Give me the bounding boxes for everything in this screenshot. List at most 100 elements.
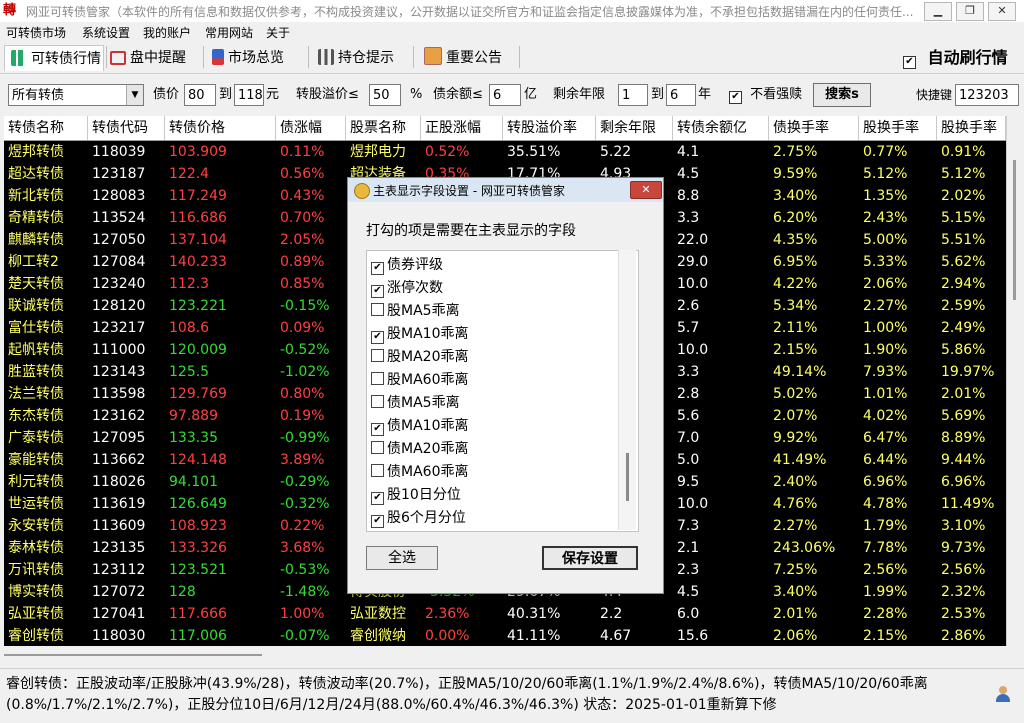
tab-market-overview[interactable]: 市场总览 [212,45,284,71]
checklist-item[interactable]: ✔ 股MA10乖离 [371,323,468,346]
menu-convertible-market[interactable]: 可转债市场 [6,24,66,41]
close-button[interactable]: ✕ [988,2,1016,21]
shortcut-input[interactable]: 123203 [955,84,1019,106]
tab-holdings-tips[interactable]: 持仓提示 [318,45,394,71]
price-min-input[interactable]: 80 [184,84,216,106]
checklist-item[interactable]: 债MA60乖离 [371,461,468,484]
tab-holdings-tips-label: 持仓提示 [338,50,394,66]
checklist-item[interactable]: 股MA20乖离 [371,346,468,369]
checklist-item[interactable]: ✔ 债MA10乖离 [371,415,468,438]
column-header[interactable]: 债涨幅 [276,116,346,140]
table-cell: 120.009 [169,342,227,358]
checklist-item[interactable]: ✔ 涨停次数 [371,277,443,300]
checklist-scroll-thumb[interactable] [626,453,629,501]
table-cell: 5.86% [941,342,986,358]
table-cell: 2.53% [941,606,986,622]
table-row[interactable]: 煜邦转债 118039 103.909 0.11% 煜邦电力 0.52% 35.51% 5.2… [4,141,1006,163]
maximize-button[interactable]: ❐ [956,2,984,21]
checklist-checkbox[interactable]: ✔ [371,492,384,505]
checklist-checkbox[interactable] [371,349,384,362]
exclude-redeem-checkbox[interactable]: ✔ [729,91,742,104]
minimize-button[interactable]: ▁ [924,2,952,21]
checklist-checkbox[interactable] [371,303,384,316]
tab-quotes[interactable]: 可转债行情 [4,45,104,71]
table-cell: 137.104 [169,232,227,248]
category-select[interactable]: 所有转债 ▼ [8,84,144,106]
checklist-checkbox[interactable]: ✔ [371,423,384,436]
checklist-item[interactable]: 股MA60乖离 [371,369,468,392]
column-header[interactable]: 转债名称 [4,116,88,140]
horizontal-scroll-thumb[interactable] [4,654,262,656]
tab-market-overview-label: 市场总览 [228,50,284,66]
tab-intraday-alert[interactable]: 盘中提醒 [110,45,186,71]
checklist-checkbox[interactable] [371,395,384,408]
search-button[interactable]: 搜索s [813,83,871,107]
table-cell: 7.25% [773,562,818,578]
checklist-item[interactable]: 股MA5乖离 [371,300,460,323]
menu-websites[interactable]: 常用网站 [205,24,253,41]
monitor-alert-icon [110,51,126,65]
checklist-checkbox[interactable] [371,464,384,477]
years-max-input[interactable]: 6 [666,84,696,106]
checklist-item[interactable]: 债MA20乖离 [371,438,468,461]
checklist-checkbox[interactable] [371,372,384,385]
column-header[interactable]: 债换手率 [769,116,859,140]
exclude-redeem-toggle[interactable]: ✔ 不看强赎 [729,84,802,106]
dialog-instruction: 打勾的项是需要在主表显示的字段 [366,223,576,239]
table-cell: 胜蓝转债 [8,364,64,380]
category-value: 所有转债 [12,88,65,103]
tab-divider [308,46,309,68]
checklist-checkbox[interactable] [371,441,384,454]
menu-settings[interactable]: 系统设置 [82,24,130,41]
checklist-label: 债MA10乖离 [387,418,469,434]
premium-input[interactable]: 50 [369,84,401,106]
menu-account[interactable]: 我的账户 [143,24,191,41]
tab-announcements[interactable]: 重要公告 [424,45,502,71]
column-header[interactable]: 转债代码 [88,116,165,140]
checklist-item[interactable]: ✔ 股10日分位 [371,484,461,507]
table-row[interactable]: 睿创转债 118030 117.006 -0.07% 睿创微纳 0.00% 41.11% 4.… [4,625,1006,647]
checklist-label: 股MA60乖离 [387,372,469,388]
vertical-scroll-thumb[interactable] [1013,160,1016,300]
checklist-item[interactable]: 债MA5乖离 [371,392,460,415]
checklist-checkbox[interactable]: ✔ [371,285,384,298]
checklist-checkbox[interactable]: ✔ [371,331,384,344]
select-all-button[interactable]: 全选 [366,546,438,570]
column-header[interactable]: 股换手率 [859,116,937,140]
column-header[interactable]: 转债余额亿 [673,116,769,140]
table-cell: 108.923 [169,518,227,534]
dialog-close-button[interactable]: ✕ [630,181,662,199]
user-icon[interactable] [995,686,1011,702]
table-row[interactable]: 弘亚转债 127041 117.666 1.00% 弘亚数控 2.36% 40.31% 2.2… [4,603,1006,625]
checklist-checkbox[interactable]: ✔ [371,515,384,528]
column-header[interactable]: 股换手率 [937,116,1006,140]
column-header[interactable]: 转债价格 [165,116,276,140]
checklist-label: 债券评级 [387,257,443,273]
table-cell: 柳工转2 [8,254,59,270]
column-header[interactable]: 转股溢价率 [503,116,596,140]
checklist-item[interactable]: ✔ 股6个月分位 [371,507,466,530]
table-cell: 9.44% [941,452,986,468]
price-max-input[interactable]: 118 [234,84,264,106]
table-cell: 113609 [92,518,146,534]
table-cell: 41.49% [773,452,827,468]
menu-about[interactable]: 关于 [266,24,290,41]
table-cell: 5.51% [941,232,986,248]
table-cell: 0.19% [280,408,325,424]
table-cell: 117.666 [169,606,227,622]
column-header[interactable]: 剩余年限 [596,116,673,140]
chevron-down-icon[interactable]: ▼ [126,85,143,105]
checklist-checkbox[interactable]: ✔ [371,262,384,275]
column-header[interactable]: 股票名称 [346,116,421,140]
table-cell: -0.52% [280,342,330,358]
table-cell: 49.14% [773,364,827,380]
years-min-input[interactable]: 1 [618,84,648,106]
balance-input[interactable]: 6 [489,84,521,106]
table-cell: 1.90% [863,342,908,358]
table-cell: 煜邦电力 [350,144,406,160]
auto-refresh-toggle[interactable]: ✔ 自动刷行情 [903,48,1008,69]
save-settings-button[interactable]: 保存设置 [542,546,638,570]
auto-refresh-checkbox[interactable]: ✔ [903,56,916,69]
checklist-item[interactable]: ✔ 债券评级 [371,254,443,277]
column-header[interactable]: 正股涨幅 [421,116,503,140]
